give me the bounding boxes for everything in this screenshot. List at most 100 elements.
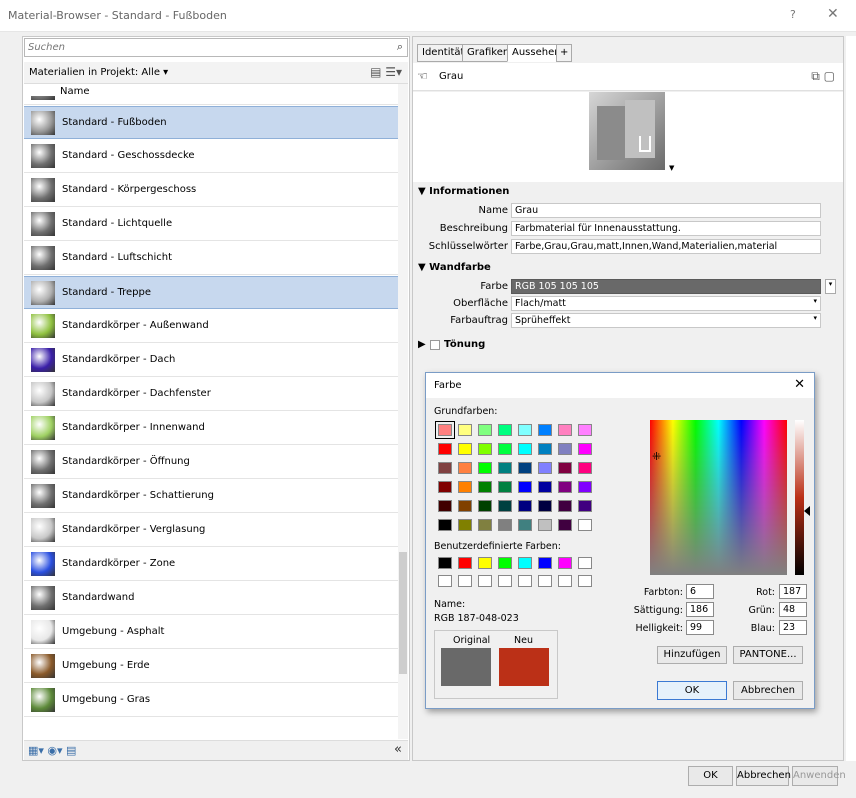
list-item[interactable]: Standardwand — [24, 582, 398, 615]
list-item[interactable]: Standard - Lichtquelle — [24, 208, 398, 241]
custom-color-swatch[interactable] — [518, 557, 532, 569]
cancel-button[interactable]: Abbrechen — [736, 766, 791, 786]
custom-color-swatch[interactable] — [578, 575, 592, 587]
basic-color-swatch[interactable] — [438, 481, 452, 493]
basic-color-swatch[interactable] — [458, 462, 472, 474]
custom-color-swatch[interactable] — [458, 557, 472, 569]
basic-color-swatch[interactable] — [538, 519, 552, 531]
rot-input[interactable]: 187 — [779, 584, 807, 599]
list-item[interactable]: Standardkörper - Zone — [24, 548, 398, 581]
scrollbar-thumb[interactable] — [399, 552, 407, 674]
farbauftrag-select[interactable]: Sprüheffekt ▾ — [511, 313, 821, 328]
list-item[interactable]: Standardkörper - Verglasung — [24, 514, 398, 547]
gruen-input[interactable]: 48 — [779, 602, 807, 617]
basic-color-swatch[interactable] — [558, 500, 572, 512]
basic-color-swatch[interactable] — [558, 443, 572, 455]
list-item[interactable]: Standardkörper - Dach — [24, 344, 398, 377]
asset-actions-icon[interactable]: ⧉ ▢ — [811, 69, 835, 84]
basic-color-swatch[interactable] — [538, 481, 552, 493]
basic-color-swatch[interactable] — [478, 443, 492, 455]
luminance-slider[interactable] — [795, 420, 804, 575]
basic-color-swatch[interactable] — [538, 443, 552, 455]
section-toenung[interactable]: Tönung — [444, 339, 485, 350]
hinzufuegen-button[interactable]: Hinzufügen — [657, 646, 727, 664]
name-field[interactable]: Grau — [511, 203, 821, 218]
add-tab-button[interactable]: + — [556, 44, 573, 62]
list-item[interactable]: Standardkörper - Dachfenster — [24, 378, 398, 411]
basic-color-swatch[interactable] — [498, 481, 512, 493]
basic-color-swatch[interactable] — [538, 424, 552, 436]
oberflaeche-select[interactable]: Flach/matt ▾ — [511, 296, 821, 311]
basic-color-swatch[interactable] — [538, 462, 552, 474]
saettigung-input[interactable]: 186 — [686, 602, 714, 617]
custom-color-swatch[interactable] — [558, 575, 572, 587]
basic-color-swatch[interactable] — [518, 462, 532, 474]
schluesselwoerter-field[interactable]: Farbe,Grau,Grau,matt,Innen,Wand,Material… — [511, 239, 821, 254]
basic-color-swatch[interactable] — [518, 424, 532, 436]
section-wandfarbe[interactable]: ▼ Wandfarbe — [418, 262, 491, 273]
basic-color-swatch[interactable] — [478, 462, 492, 474]
basic-color-swatch[interactable] — [458, 481, 472, 493]
basic-color-swatch[interactable] — [478, 481, 492, 493]
basic-color-swatch[interactable] — [438, 500, 452, 512]
color-ok-button[interactable]: OK — [657, 681, 727, 700]
basic-color-swatch[interactable] — [578, 424, 592, 436]
preview-options-dropdown[interactable]: ▼ — [669, 164, 674, 172]
custom-color-swatch[interactable] — [518, 575, 532, 587]
list-item[interactable]: Umgebung - Erde — [24, 650, 398, 683]
library-tools-icon[interactable]: ▦▾ ◉▾ ▤ — [28, 744, 76, 757]
tonung-checkbox[interactable] — [430, 340, 440, 350]
custom-color-swatch[interactable] — [438, 575, 452, 587]
basic-color-swatch[interactable] — [518, 481, 532, 493]
basic-color-swatch[interactable] — [498, 424, 512, 436]
basic-color-swatch[interactable] — [578, 462, 592, 474]
farbe-dropdown-button[interactable]: ▾ — [825, 279, 836, 294]
list-item[interactable]: Standardkörper - Außenwand — [24, 310, 398, 343]
custom-color-swatch[interactable] — [578, 557, 592, 569]
basic-color-swatch[interactable] — [498, 443, 512, 455]
custom-color-swatch[interactable] — [498, 557, 512, 569]
color-dialog-close-icon[interactable]: ✕ — [794, 377, 805, 392]
material-preview-thumbnail[interactable] — [589, 92, 665, 170]
list-item[interactable]: Standard - Form — [24, 96, 398, 105]
collapse-icon[interactable]: « — [394, 742, 402, 757]
farbton-input[interactable]: 6 — [686, 584, 714, 599]
basic-color-swatch[interactable] — [438, 519, 452, 531]
help-button[interactable]: ? — [790, 8, 796, 21]
custom-color-swatch[interactable] — [458, 575, 472, 587]
list-item[interactable]: Umgebung - Gras — [24, 684, 398, 717]
search-input[interactable] — [25, 39, 385, 56]
list-item[interactable]: Standardkörper - Öffnung — [24, 446, 398, 479]
basic-color-swatch[interactable] — [538, 500, 552, 512]
apply-button[interactable]: Anwenden — [792, 766, 846, 786]
custom-color-swatch[interactable] — [538, 557, 552, 569]
view-options-icon[interactable]: ▤ ☰▾ — [370, 65, 402, 79]
basic-color-swatch[interactable] — [518, 500, 532, 512]
farbe-field[interactable]: RGB 105 105 105 — [511, 279, 821, 294]
custom-color-swatch[interactable] — [478, 557, 492, 569]
custom-color-swatch[interactable] — [438, 557, 452, 569]
custom-color-swatch[interactable] — [478, 575, 492, 587]
tonung-expand-icon[interactable]: ▶ — [418, 339, 426, 350]
list-item[interactable]: Standard - Geschossdecke — [24, 140, 398, 173]
basic-color-swatch[interactable] — [478, 519, 492, 531]
list-scrollbar[interactable] — [398, 84, 408, 739]
basic-color-swatch[interactable] — [458, 443, 472, 455]
list-item[interactable]: Standard - Luftschicht — [24, 242, 398, 275]
basic-color-swatch[interactable] — [518, 519, 532, 531]
basic-color-swatch[interactable] — [478, 424, 492, 436]
basic-color-swatch[interactable] — [458, 500, 472, 512]
search-icon[interactable]: ⌕ — [397, 40, 403, 54]
basic-color-swatch[interactable] — [578, 519, 592, 531]
basic-color-swatch[interactable] — [438, 443, 452, 455]
basic-color-swatch[interactable] — [558, 519, 572, 531]
ok-button[interactable]: OK — [688, 766, 733, 786]
list-item[interactable]: Standardkörper - Schattierung — [24, 480, 398, 513]
basic-color-swatch[interactable] — [458, 519, 472, 531]
basic-color-swatch[interactable] — [578, 481, 592, 493]
basic-color-swatch[interactable] — [498, 462, 512, 474]
basic-color-swatch[interactable] — [435, 421, 455, 439]
basic-color-swatch[interactable] — [558, 424, 572, 436]
list-item[interactable]: Standardkörper - Innenwand — [24, 412, 398, 445]
basic-color-swatch[interactable] — [478, 500, 492, 512]
